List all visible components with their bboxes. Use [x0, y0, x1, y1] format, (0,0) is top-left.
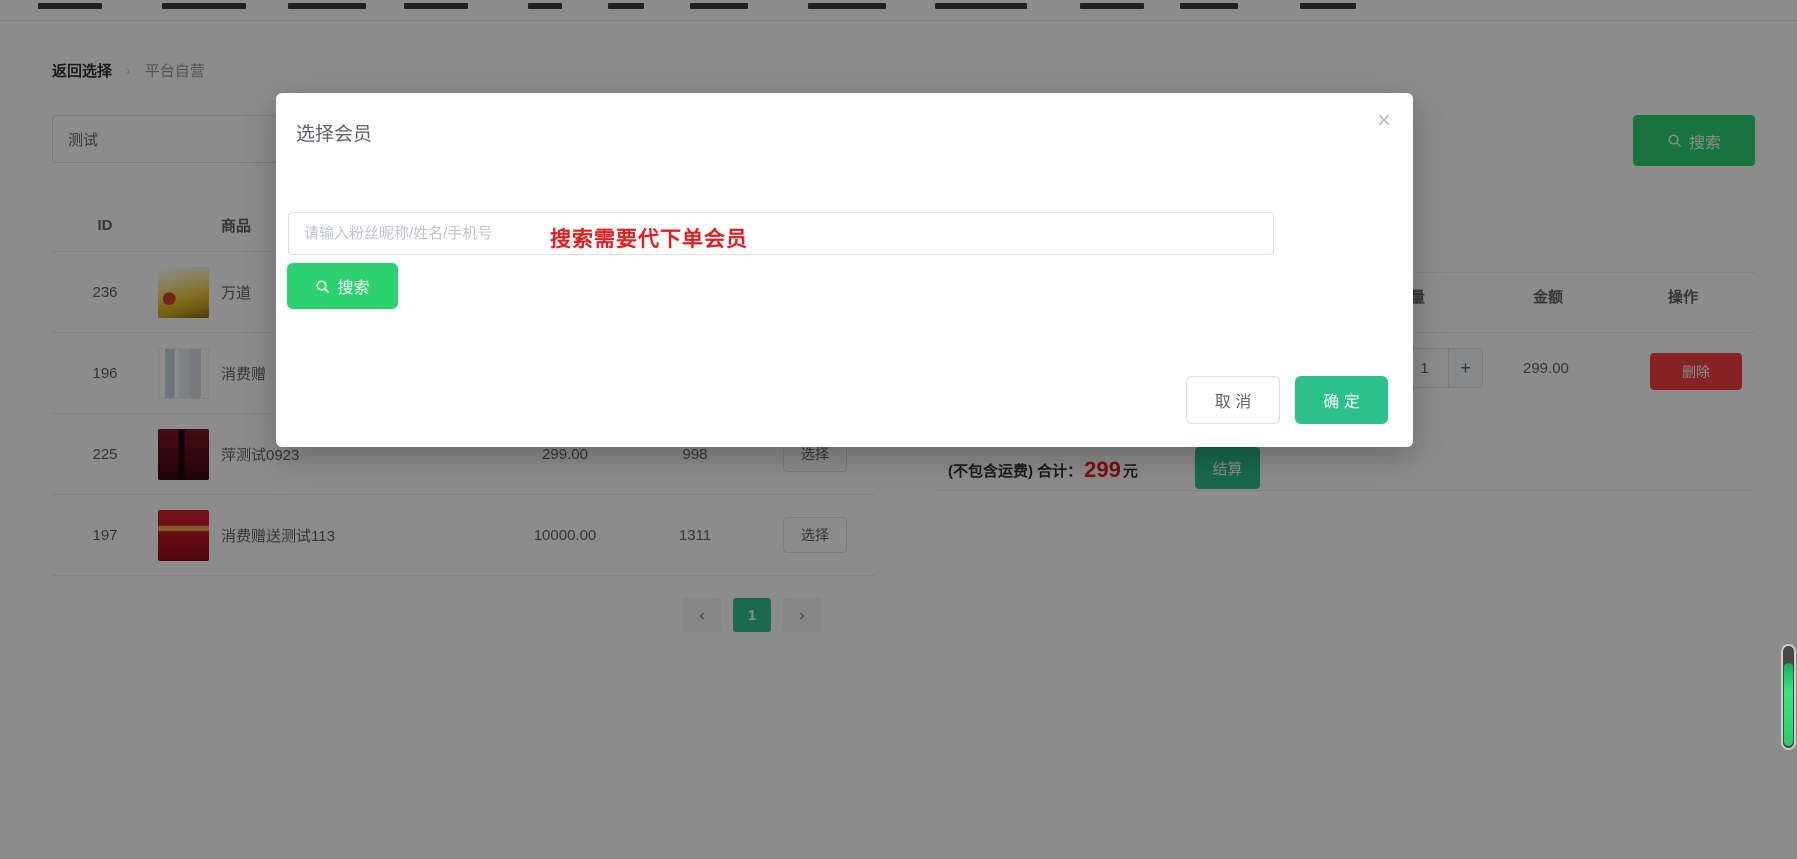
scrollbar-thumb[interactable] [1784, 663, 1793, 746]
close-icon[interactable]: × [1377, 109, 1391, 133]
member-search-button-label: 搜索 [337, 274, 369, 298]
scrollbar-track[interactable] [1781, 644, 1796, 750]
screen: 返回选择 › 平台自营 搜索 ID 商品 236 万道 [0, 0, 1797, 859]
search-icon [315, 279, 330, 294]
confirm-button[interactable]: 确 定 [1295, 376, 1388, 424]
cancel-button[interactable]: 取 消 [1186, 376, 1280, 424]
member-search-button[interactable]: 搜索 [287, 263, 398, 309]
select-member-modal: 选择会员 × 搜索需要代下单会员 搜索 取 消 确 定 [276, 93, 1413, 447]
modal-title: 选择会员 [296, 119, 372, 146]
member-search-input[interactable] [288, 212, 1274, 255]
